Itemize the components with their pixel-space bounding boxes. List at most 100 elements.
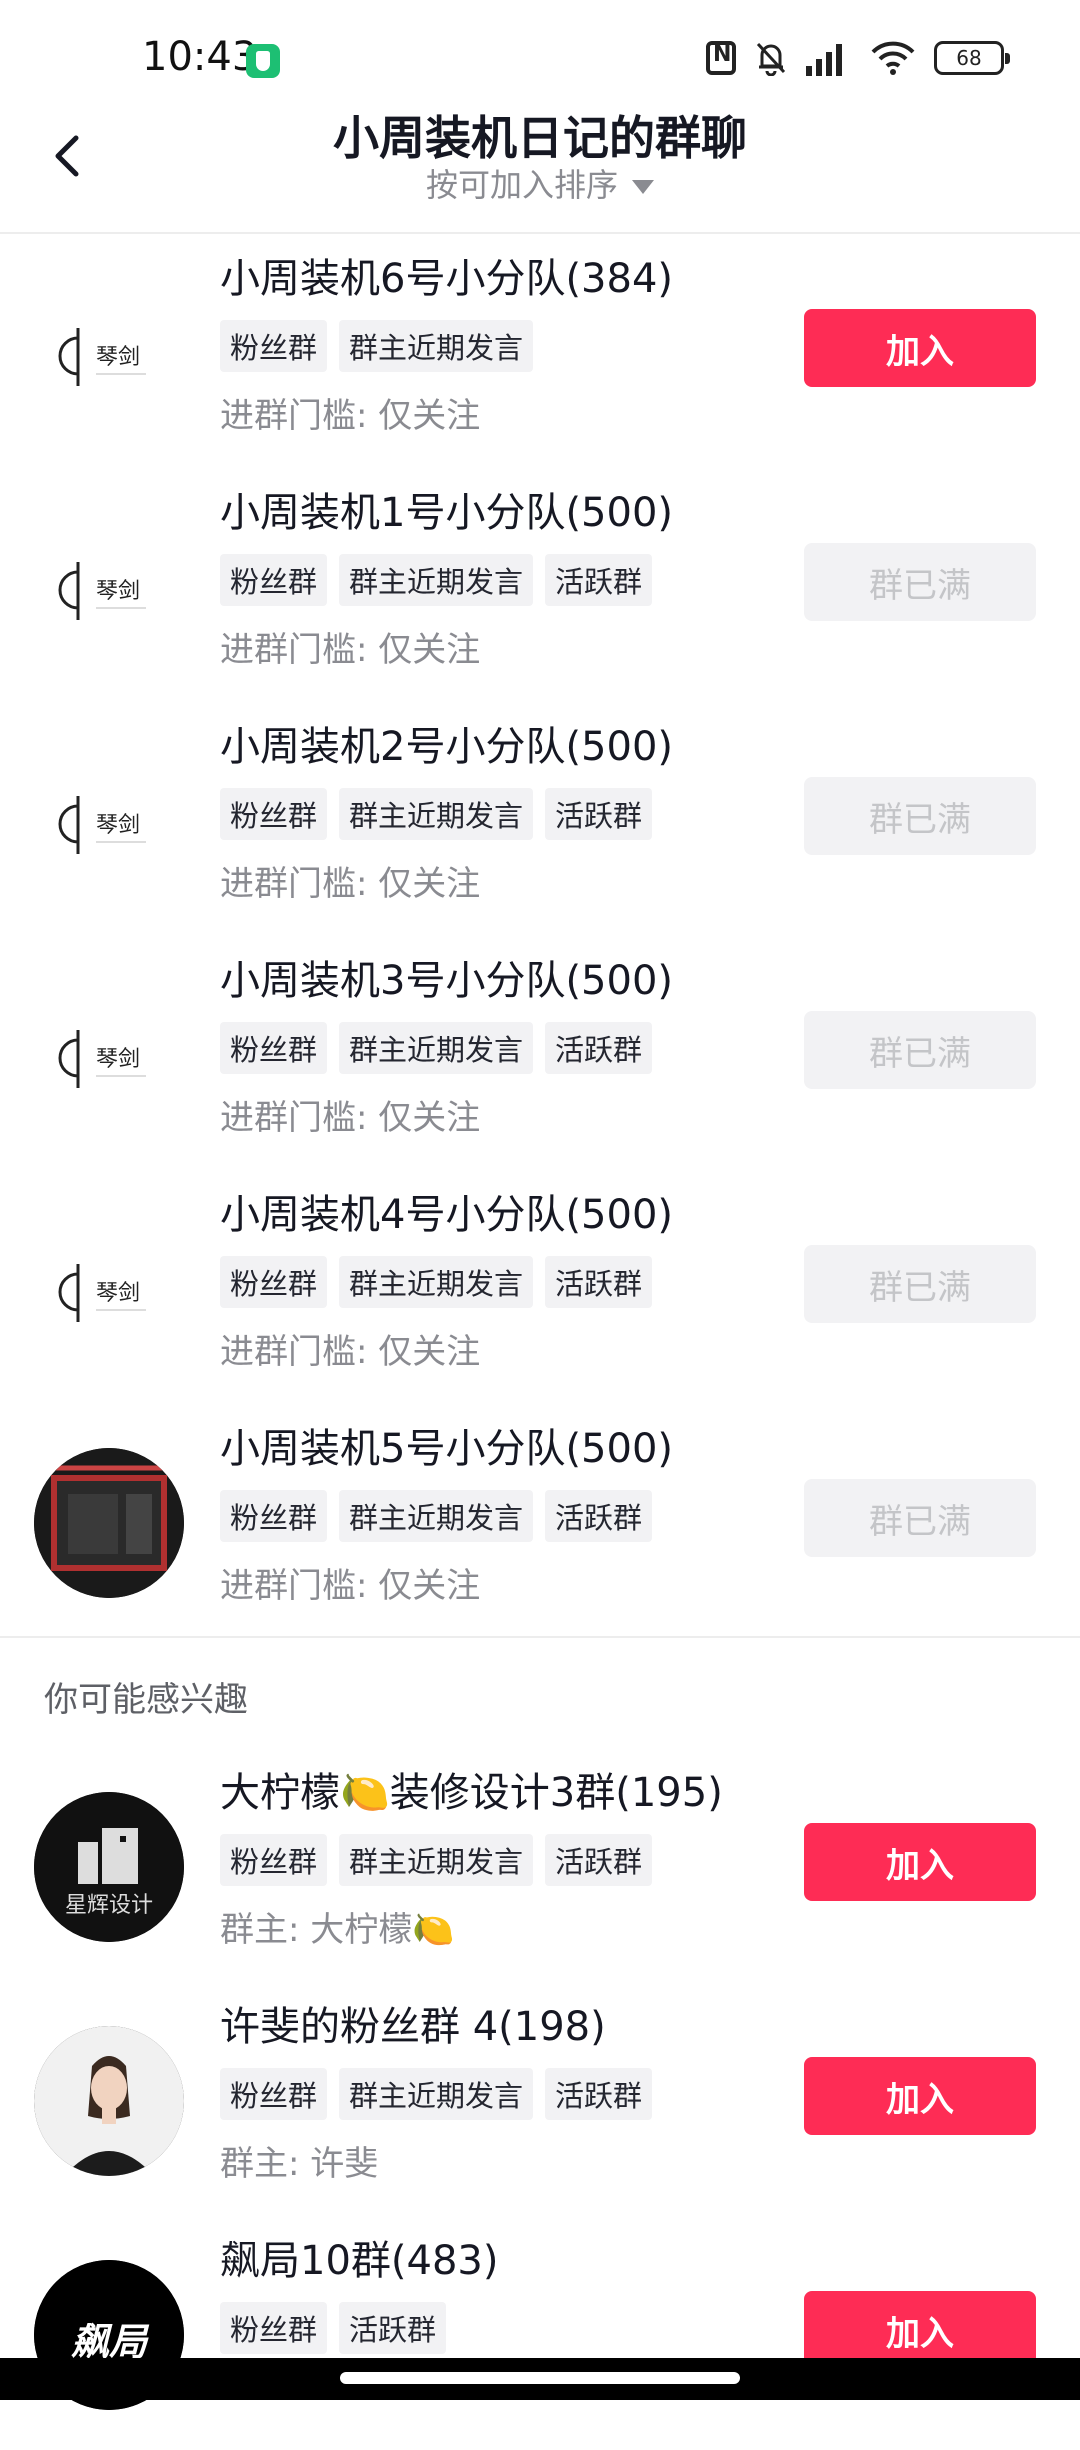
avatar-logo-text: 星辉设计 [65, 1893, 153, 1918]
group-tags: 粉丝群 群主近期发言 [220, 320, 534, 372]
group-tag: 活跃群 [545, 1490, 653, 1542]
group-tag: 群主近期发言 [339, 320, 534, 372]
group-avatar[interactable] [34, 2026, 184, 2176]
group-name: 小周装机6号小分队(384) [220, 256, 674, 302]
group-full-button[interactable]: 群已满 [804, 1011, 1036, 1089]
group-name: 许斐的粉丝群 4(198) [220, 2004, 606, 2050]
shield-app-icon [246, 44, 280, 78]
group-tag: 活跃群 [545, 1022, 653, 1074]
group-tag: 群主近期发言 [339, 1834, 534, 1886]
group-tag: 粉丝群 [220, 320, 328, 372]
group-tag: 群主近期发言 [339, 2068, 534, 2120]
section-divider [0, 1636, 1080, 1638]
group-tag: 活跃群 [339, 2302, 447, 2354]
group-item[interactable]: 琴剑 小周装机1号小分队(500) 粉丝群 群主近期发言 活跃群进群门槛: 仅关注 群已满 [0, 468, 1080, 702]
avatar-logo-text: 琴剑 [96, 345, 140, 370]
group-name: 小周装机5号小分队(500) [220, 1426, 674, 1472]
group-meta: 进群门槛: 仅关注 [220, 864, 481, 904]
home-bar[interactable] [340, 2372, 740, 2384]
group-avatar[interactable]: 琴剑 [34, 512, 184, 662]
join-button[interactable]: 加入 [804, 309, 1036, 387]
group-avatar[interactable]: 琴剑 [34, 278, 184, 428]
group-tag: 活跃群 [545, 788, 653, 840]
group-name: 小周装机3号小分队(500) [220, 958, 674, 1004]
group-name: 小周装机2号小分队(500) [220, 724, 674, 770]
group-tag: 活跃群 [545, 1256, 653, 1308]
group-meta: 进群门槛: 仅关注 [220, 396, 481, 436]
group-meta: 进群门槛: 仅关注 [220, 1098, 481, 1138]
group-tag: 粉丝群 [220, 2068, 328, 2120]
group-item[interactable]: 星辉设计 大柠檬🍋装修设计3群(195) 粉丝群 群主近期发言 活跃群群主: 大柠檬🍋 加… [0, 1748, 1080, 1982]
group-item[interactable]: 琴剑 小周装机4号小分队(500) 粉丝群 群主近期发言 活跃群进群门槛: 仅关注 群已满 [0, 1170, 1080, 1404]
group-tag: 群主近期发言 [339, 1256, 534, 1308]
avatar-logo-text: 琴剑 [96, 813, 140, 838]
group-tag: 粉丝群 [220, 788, 328, 840]
group-meta: 进群门槛: 仅关注 [220, 1566, 481, 1606]
group-item[interactable]: 琴剑 小周装机3号小分队(500) 粉丝群 群主近期发言 活跃群进群门槛: 仅关注 群已满 [0, 936, 1080, 1170]
group-tag: 群主近期发言 [339, 1022, 534, 1074]
group-tag: 活跃群 [545, 2068, 653, 2120]
battery-icon: 68 [934, 41, 1010, 75]
sort-dropdown-icon [632, 180, 654, 194]
group-tag: 粉丝群 [220, 1834, 328, 1886]
group-item[interactable]: 琴剑 小周装机2号小分队(500) 粉丝群 群主近期发言 活跃群进群门槛: 仅关注 群已满 [0, 702, 1080, 936]
group-avatar[interactable]: 星辉设计 [34, 1792, 184, 1942]
group-item[interactable]: 琴剑 小周装机6号小分队(384) 粉丝群 群主近期发言进群门槛: 仅关注 加入 [0, 234, 1080, 468]
group-name: 飙局10群(483) [220, 2238, 499, 2284]
sort-selector[interactable]: 按可加入排序 [0, 160, 1080, 206]
bell-muted-icon [754, 40, 788, 77]
group-name: 小周装机4号小分队(500) [220, 1192, 674, 1238]
group-meta: 群主: 许斐 [220, 2144, 379, 2184]
header: 小周装机日记的群聊 按可加入排序 [0, 100, 1080, 234]
group-tag: 粉丝群 [220, 1022, 328, 1074]
group-meta: 进群门槛: 仅关注 [220, 1332, 481, 1372]
group-tag: 群主近期发言 [339, 554, 534, 606]
group-tags: 粉丝群 群主近期发言 活跃群 [220, 554, 653, 606]
group-avatar[interactable] [34, 1448, 184, 1598]
group-tags: 粉丝群 群主近期发言 活跃群 [220, 1490, 653, 1542]
group-name: 大柠檬🍋装修设计3群(195) [220, 1770, 723, 1816]
group-tags: 粉丝群 群主近期发言 活跃群 [220, 788, 653, 840]
avatar-logo-text: 琴剑 [96, 1281, 140, 1306]
sort-label: 按可加入排序 [425, 166, 618, 204]
status-time: 10:43 [142, 34, 258, 80]
group-full-button[interactable]: 群已满 [804, 1479, 1036, 1557]
group-full-button[interactable]: 群已满 [804, 777, 1036, 855]
group-tag: 粉丝群 [220, 2302, 328, 2354]
group-tags: 粉丝群 群主近期发言 活跃群 [220, 2068, 653, 2120]
group-tags: 粉丝群 群主近期发言 活跃群 [220, 1256, 653, 1308]
group-tags: 粉丝群 群主近期发言 活跃群 [220, 1022, 653, 1074]
home-indicator [0, 2358, 1080, 2400]
recommend-section-title: 你可能感兴趣 [44, 1680, 248, 1720]
group-tag: 粉丝群 [220, 1490, 328, 1542]
group-tag: 活跃群 [545, 554, 653, 606]
group-tags: 粉丝群 群主近期发言 活跃群 [220, 1834, 653, 1886]
wifi-icon [870, 40, 916, 76]
signal-icon [806, 40, 852, 76]
join-button[interactable]: 加入 [804, 1823, 1036, 1901]
group-tags: 粉丝群 活跃群 [220, 2302, 447, 2354]
group-meta: 群主: 大柠檬🍋 [220, 1910, 455, 1950]
page-title: 小周装机日记的群聊 [333, 111, 747, 165]
avatar-logo-text: 琴剑 [96, 1047, 140, 1072]
group-tag: 群主近期发言 [339, 788, 534, 840]
nfc-icon [706, 41, 736, 75]
group-full-button[interactable]: 群已满 [804, 543, 1036, 621]
status-bar: 10:43 68 [0, 0, 1080, 100]
group-avatar[interactable]: 琴剑 [34, 980, 184, 1130]
group-item[interactable]: 小周装机5号小分队(500) 粉丝群 群主近期发言 活跃群进群门槛: 仅关注 群已满 [0, 1404, 1080, 1638]
avatar-logo-text: 琴剑 [96, 579, 140, 604]
group-avatar[interactable]: 琴剑 [34, 746, 184, 896]
group-tag: 活跃群 [545, 1834, 653, 1886]
group-full-button[interactable]: 群已满 [804, 1245, 1036, 1323]
group-meta: 进群门槛: 仅关注 [220, 630, 481, 670]
group-tag: 粉丝群 [220, 554, 328, 606]
group-item[interactable]: 飙局 飙局10群(483) 粉丝群 活跃群 加入 [0, 2216, 1080, 2450]
join-button[interactable]: 加入 [804, 2057, 1036, 2135]
group-item[interactable]: 许斐的粉丝群 4(198) 粉丝群 群主近期发言 活跃群群主: 许斐 加入 [0, 1982, 1080, 2216]
status-icons: 68 [706, 36, 1010, 80]
group-avatar[interactable]: 琴剑 [34, 1214, 184, 1364]
group-name: 小周装机1号小分队(500) [220, 490, 674, 536]
group-tag: 群主近期发言 [339, 1490, 534, 1542]
group-tag: 粉丝群 [220, 1256, 328, 1308]
